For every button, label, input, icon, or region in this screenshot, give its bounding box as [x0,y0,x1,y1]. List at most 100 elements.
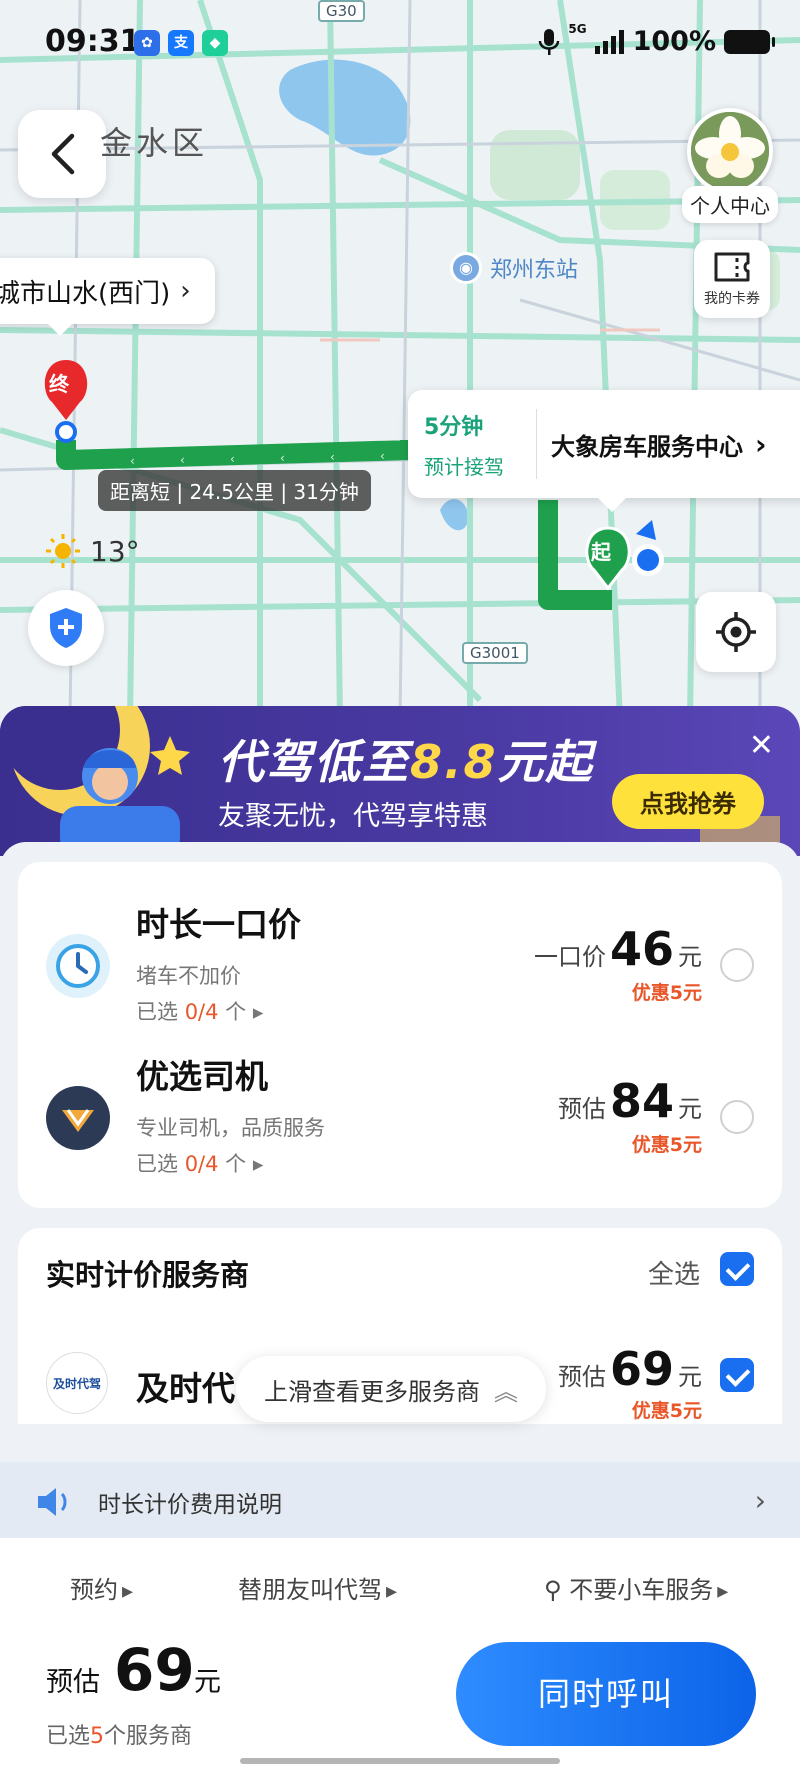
provider-checkbox[interactable] [720,1358,754,1392]
price-value: 46 [609,922,674,976]
train-station-icon: ◉ [450,252,482,284]
estimate-unit: 元 [194,1667,221,1698]
station-name: 郑州东站 [490,258,579,283]
service-price: 预估84 元 优惠5元 [558,1074,702,1157]
service-checkbox[interactable] [720,948,754,982]
swipe-hint-text: 上滑查看更多服务商 [264,1377,480,1406]
locate-button[interactable] [696,592,776,672]
service-card: 时长一口价 堵车不加价 已选 0/4 个 ▸ 一口价46 元 优惠5元 优选司机 … [18,862,782,1208]
my-cards-label: 我的卡券 [704,291,760,307]
pickup-eta: 5分钟 预计接驾 [408,409,536,480]
promo-banner[interactable]: 代驾低至8.8元起 友聚无忧，代驾享特惠 ✕ 点我抢券 [0,706,800,856]
fee-explanation-text: 时长计价费用说明 [98,1492,282,1518]
home-indicator[interactable] [240,1758,560,1764]
estimate-label: 预估 [46,1667,100,1698]
service-row-premium-driver[interactable]: 优选司机 专业司机，品质服务 已选 0/4 个 ▸ 预估84 元 优惠5元 [18,1042,782,1192]
back-button[interactable] [18,110,106,198]
selected-suffix: 个服务商 [104,1724,193,1749]
ticket-icon [714,252,750,282]
call-for-friend-option[interactable]: 替朋友叫代驾 [238,1570,397,1605]
service-price: 一口价46 元 优惠5元 [534,922,702,1005]
shield-app-icon: ◆ [202,30,228,56]
selected-prefix: 已选 [46,1724,91,1749]
destination-name: 城市山水(西门) [0,278,171,309]
close-icon[interactable]: ✕ [749,728,774,763]
station-label[interactable]: ◉ 郑州东站 [450,252,578,284]
start-marker-label: 起 [591,540,611,564]
promo-title-post: 元起 [497,735,594,789]
bottom-sheet: 时长一口价 堵车不加价 已选 0/4 个 ▸ 一口价46 元 优惠5元 优选司机 … [0,842,800,1778]
no-scooter-label: 不要小车服务 [569,1576,714,1604]
service-checkbox[interactable] [720,1100,754,1134]
realtime-title: 实时计价服务商 [46,1258,250,1292]
discount-label: 优惠5元 [631,982,702,1004]
provider-logo: 及时代驾 [46,1352,108,1414]
back-arrow-icon [51,133,75,175]
selected-prefix: 已选 [136,1000,185,1024]
discount-label: 优惠5元 [631,1400,702,1422]
map-view[interactable]: ‹ ‹ ‹ ‹ ‹ ‹ 09:31 ✿ 支 ◆ 5G 100% 金水区 个人中心… [0,0,800,720]
selected-providers: 已选5个服务商 [46,1718,192,1750]
weather-temp: 13° [90,534,140,568]
select-all-label[interactable]: 全选 [648,1254,700,1291]
caret-right-icon: ▸ [252,1000,264,1024]
promo-coupon-button[interactable]: 点我抢券 [612,774,764,829]
battery-icon [724,29,775,54]
promo-subtitle: 友聚无忧，代驾享特惠 [218,801,488,832]
microphone-icon [539,28,560,55]
selected-count: 0/4 [184,1152,219,1176]
destination-bubble[interactable]: 城市山水(西门) › [0,258,215,336]
promo-title-pre: 代驾低至 [218,735,410,789]
route-info: 距离短 | 24.5公里 | 31分钟 [98,470,371,511]
service-selected[interactable]: 已选 0/4 个 ▸ [136,996,263,1026]
service-name: 优选司机 [136,1057,268,1096]
alipay-app-icon: 支 [168,30,194,56]
promo-title-highlight: 8.8 [410,735,498,789]
weather: 13° [44,532,140,570]
no-scooter-option[interactable]: ⚲ 不要小车服务 [544,1570,728,1605]
selected-suffix: 个 [218,1000,247,1024]
bike-icon: ⚲ [544,1576,570,1604]
select-all-checkbox[interactable] [720,1252,754,1286]
service-row-fixed-price[interactable]: 时长一口价 堵车不加价 已选 0/4 个 ▸ 一口价46 元 优惠5元 [18,890,782,1040]
bottom-bar: 预约 替朋友叫代驾 ⚲ 不要小车服务 预估 69 元 已选5个服务商 同时呼叫 [0,1538,800,1778]
price-label: 一口价 [533,943,606,971]
provider-price: 预估69 元 优惠5元 [558,1342,702,1423]
svg-text:‹: ‹ [130,454,135,468]
district-label: 金水区 [100,124,209,162]
discount-label: 优惠5元 [631,1134,702,1156]
my-cards-button[interactable]: 我的卡券 [694,240,770,318]
pickup-time: 5分钟 [424,414,484,440]
price-unit: 元 [678,1095,702,1123]
profile-button[interactable]: 个人中心 [682,108,778,223]
chevron-right-icon: › [754,1484,766,1517]
network-type: 5G [568,22,587,36]
status-time: 09:31 [45,24,141,59]
map-background: ‹ ‹ ‹ ‹ ‹ ‹ [0,0,800,720]
caret-right-icon: ▸ [252,1152,264,1176]
battery-percent: 100% [632,26,716,57]
diamond-badge-icon [46,1086,110,1150]
safety-button[interactable] [28,590,104,666]
pickup-bubble[interactable]: 5分钟 预计接驾 大象房车服务中心 › [408,390,800,512]
promo-title: 代驾低至8.8元起 [218,726,594,792]
pickup-place-name: 大象房车服务中心 [551,432,743,461]
provider-name: 及时代 [136,1369,235,1408]
highway-badge: G30 [318,0,365,22]
price-unit: 元 [678,1363,702,1391]
call-button[interactable]: 同时呼叫 [456,1642,756,1746]
service-selected[interactable]: 已选 0/4 个 ▸ [136,1148,263,1178]
fee-explanation-row[interactable]: 时长计价费用说明 › [0,1462,800,1542]
price-unit: 元 [678,943,702,971]
avatar [687,108,773,194]
chevron-right-icon: › [755,427,767,461]
reserve-option[interactable]: 预约 [70,1570,133,1605]
status-right: 5G 100% [538,22,775,57]
price-label: 预估 [557,1363,606,1391]
svg-text:‹: ‹ [330,450,335,464]
svg-text:‹: ‹ [230,452,235,466]
swipe-up-hint[interactable]: 上滑查看更多服务商 ︽ [236,1356,546,1422]
chevron-right-icon: › [180,276,191,306]
double-chevron-up-icon: ︽ [494,1377,518,1406]
selected-count: 0/4 [184,1000,219,1024]
